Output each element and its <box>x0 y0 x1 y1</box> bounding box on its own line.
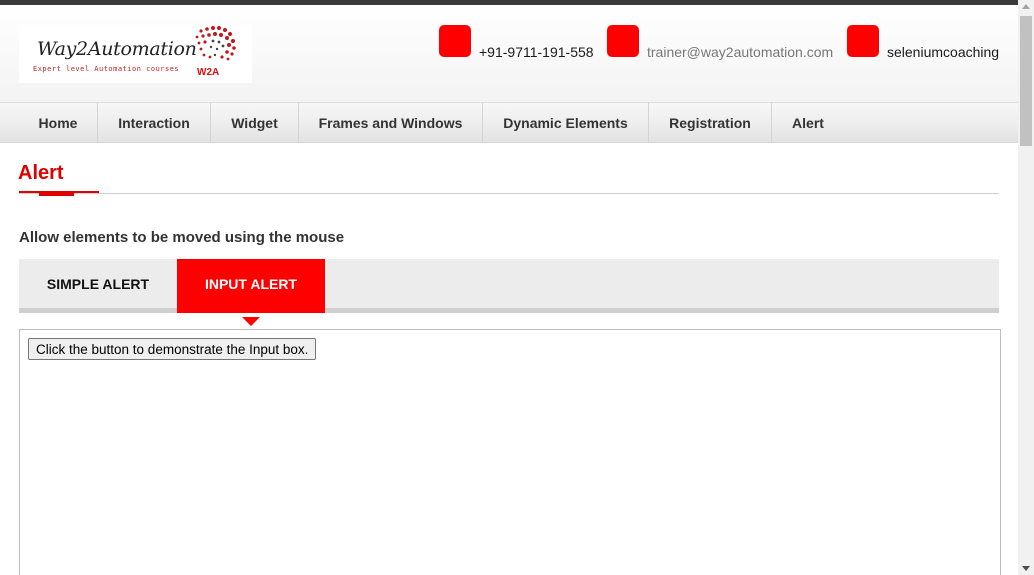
nav-item-dynamic-elements[interactable]: Dynamic Elements <box>483 103 649 143</box>
scroll-up-arrow-icon[interactable] <box>1022 4 1030 9</box>
input-box-demo-button[interactable]: Click the button to demonstrate the Inpu… <box>28 338 317 360</box>
main-nav: Home Interaction Widget Frames and Windo… <box>0 102 1018 143</box>
active-tab-arrow-icon <box>242 317 260 326</box>
contact-phone: +91-9711-191-558 <box>439 25 594 60</box>
nav-item-alert[interactable]: Alert <box>772 103 844 143</box>
tab-input-alert[interactable]: INPUT ALERT <box>177 259 325 326</box>
phone-icon <box>439 25 471 57</box>
tab-simple-alert-label: SIMPLE ALERT <box>46 276 150 292</box>
nav-item-widget[interactable]: Widget <box>211 103 299 143</box>
logo-name: Way2Automation <box>37 38 197 60</box>
scroll-thumb[interactable] <box>1020 16 1032 146</box>
email-icon <box>607 25 639 57</box>
contact-email[interactable]: trainer@way2automation.com <box>607 25 833 60</box>
nav-item-registration[interactable]: Registration <box>649 103 772 143</box>
contact-skype-text: seleniumcoaching <box>887 44 1000 60</box>
page-title: Alert <box>18 162 64 184</box>
contact-skype: seleniumcoaching <box>847 25 1000 60</box>
logo-dots-icon <box>195 26 236 61</box>
nav-item-home[interactable]: Home <box>19 103 98 143</box>
nav-item-interaction[interactable]: Interaction <box>98 103 211 143</box>
contact-phone-text: +91-9711-191-558 <box>479 44 594 60</box>
logo-mark-text: W2A <box>197 67 220 78</box>
contact-email-link[interactable]: trainer@way2automation.com <box>647 44 833 60</box>
alert-tabs: SIMPLE ALERT INPUT ALERT <box>19 259 999 326</box>
title-divider <box>19 193 999 194</box>
site-logo[interactable]: Way2Automation Expert level Automation c… <box>19 25 252 83</box>
tab-input-alert-label: INPUT ALERT <box>204 276 298 292</box>
page-scrollbar[interactable] <box>1018 0 1034 575</box>
site-header: Way2Automation Expert level Automation c… <box>0 5 1018 102</box>
scroll-down-arrow-icon[interactable] <box>1022 566 1030 571</box>
page-subtitle: Allow elements to be moved using the mou… <box>19 229 345 246</box>
logo-tagline: Expert level Automation courses <box>33 65 180 73</box>
demo-iframe: Click the button to demonstrate the Inpu… <box>19 329 1001 575</box>
skype-icon <box>847 25 879 57</box>
nav-item-frames-and-windows[interactable]: Frames and Windows <box>299 103 483 143</box>
title-underline-accent <box>39 191 74 196</box>
tab-simple-alert[interactable]: SIMPLE ALERT <box>19 259 177 313</box>
